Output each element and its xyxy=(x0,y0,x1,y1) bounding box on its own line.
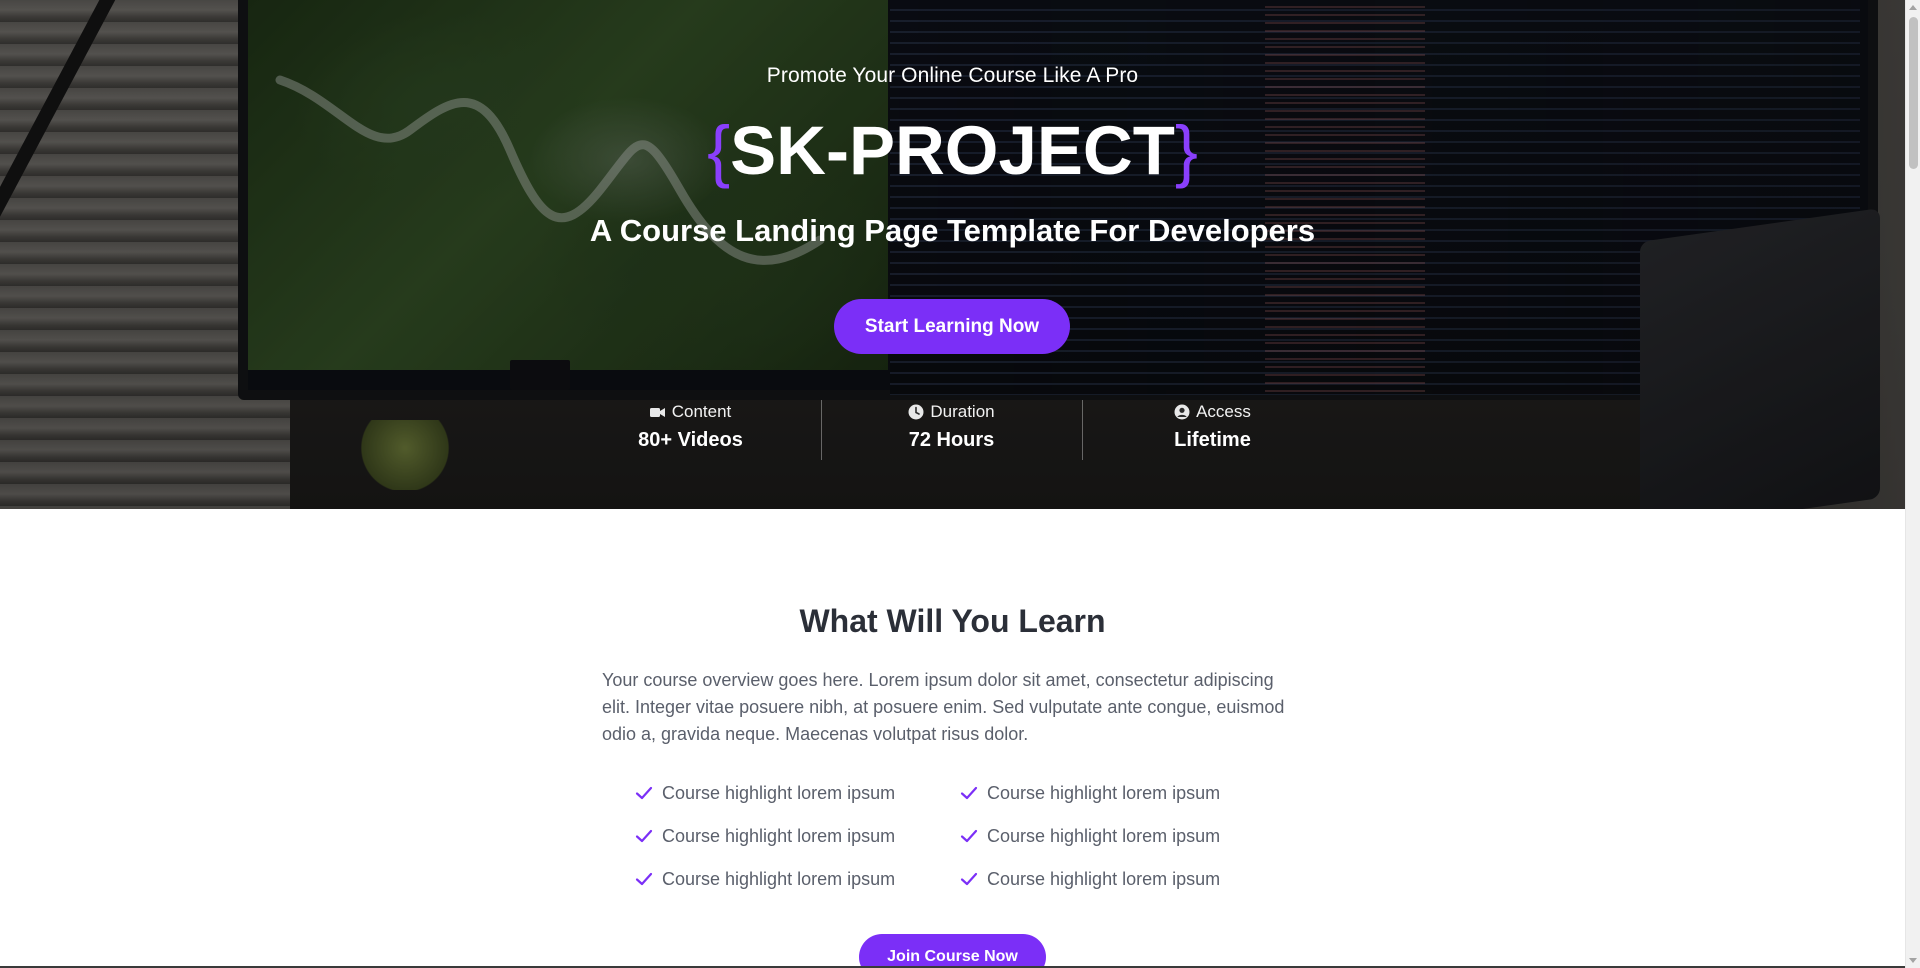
scroll-up-arrow-icon[interactable] xyxy=(1909,5,1917,10)
highlight-item: Course highlight lorem ipsum xyxy=(634,824,959,848)
stat-access-label: Access xyxy=(1196,402,1251,421)
highlight-row: Course highlight lorem ipsum Course high… xyxy=(634,781,1284,824)
stat-duration-label-row: Duration xyxy=(821,400,1082,424)
brand-brace-close: } xyxy=(1174,112,1198,189)
check-icon xyxy=(960,829,978,843)
highlight-item: Course highlight lorem ipsum xyxy=(959,781,1284,805)
stat-content-label: Content xyxy=(671,402,732,421)
course-highlights: Course highlight lorem ipsum Course high… xyxy=(634,781,1284,910)
user-circle-icon xyxy=(1174,404,1190,420)
stat-duration: Duration 72 Hours xyxy=(821,400,1082,462)
check-icon xyxy=(635,829,653,843)
course-stats: Content 80+ Videos Duration 72 Hours Acc… xyxy=(560,400,1345,462)
course-overview-text: Your course overview goes here. Lorem ip… xyxy=(602,670,1285,744)
brand-name: SK-PROJECT xyxy=(730,112,1175,189)
stat-content-label-row: Content xyxy=(560,400,821,424)
stat-access-label-row: Access xyxy=(1082,400,1343,424)
join-course-button[interactable]: Join Course Now xyxy=(859,934,1046,968)
highlight-row: Course highlight lorem ipsum Course high… xyxy=(634,824,1284,867)
hero-section: Promote Your Online Course Like A Pro {S… xyxy=(0,0,1905,509)
hero-content: Promote Your Online Course Like A Pro {S… xyxy=(0,0,1905,509)
highlight-item: Course highlight lorem ipsum xyxy=(959,824,1284,848)
highlight-item: Course highlight lorem ipsum xyxy=(634,867,959,891)
highlight-text: Course highlight lorem ipsum xyxy=(662,825,896,846)
highlight-text: Course highlight lorem ipsum xyxy=(987,868,1221,889)
hero-tagline: Promote Your Online Course Like A Pro xyxy=(766,64,1139,87)
highlight-text: Course highlight lorem ipsum xyxy=(662,868,896,889)
highlight-text: Course highlight lorem ipsum xyxy=(987,782,1221,803)
check-icon xyxy=(635,786,653,800)
check-icon xyxy=(635,872,653,886)
highlight-row: Course highlight lorem ipsum Course high… xyxy=(634,867,1284,910)
check-icon xyxy=(960,786,978,800)
hero-subtitle: A Course Landing Page Template For Devel… xyxy=(589,213,1316,248)
clock-icon xyxy=(908,404,924,420)
video-camera-icon xyxy=(649,408,665,417)
page-scrollbar[interactable] xyxy=(1905,0,1920,968)
scroll-down-arrow-icon[interactable] xyxy=(1909,958,1917,963)
stat-content-value: 80+ Videos xyxy=(638,429,743,451)
brand-logo: {SK-PROJECT} xyxy=(0,110,1905,192)
highlight-item: Course highlight lorem ipsum xyxy=(959,867,1284,891)
check-icon xyxy=(960,872,978,886)
highlight-text: Course highlight lorem ipsum xyxy=(662,782,896,803)
stat-duration-value: 72 Hours xyxy=(908,429,995,451)
scroll-thumb[interactable] xyxy=(1909,17,1918,169)
stat-access-value: Lifetime xyxy=(1174,429,1251,451)
learn-title: What Will You Learn xyxy=(799,603,1106,639)
highlight-item: Course highlight lorem ipsum xyxy=(634,781,959,805)
start-learning-button[interactable]: Start Learning Now xyxy=(834,299,1070,354)
stat-access: Access Lifetime xyxy=(1082,400,1343,462)
stat-content: Content 80+ Videos xyxy=(560,400,821,462)
brand-brace-open: { xyxy=(707,112,731,189)
stat-duration-label: Duration xyxy=(930,402,995,421)
highlight-text: Course highlight lorem ipsum xyxy=(987,825,1221,846)
